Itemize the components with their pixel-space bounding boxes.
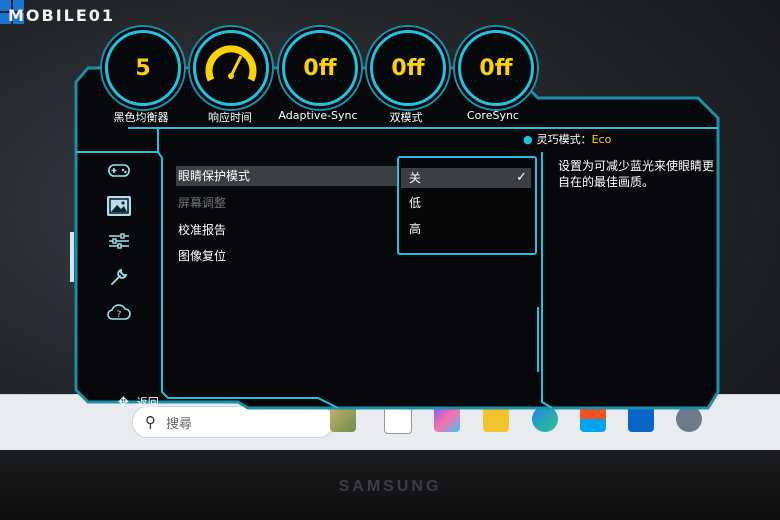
back-button[interactable]: ✥ 返回 [118,394,159,410]
eco-mode-value: Eco [591,133,612,146]
wrench-icon[interactable] [107,267,131,287]
menu-item-picture-reset[interactable]: 图像复位 [178,246,226,266]
picture-icon[interactable] [107,196,131,216]
svg-text:?: ? [117,310,122,320]
sliders-icon[interactable] [107,231,131,251]
setting-description: 设置为可减少蓝光来使眼睛更自在的最佳画质。 [558,159,715,189]
eye-saver-options: 关 ✓ 低 高 [397,156,537,255]
black-equalizer-gauge[interactable]: 5 [105,30,181,106]
gauge-label-coresync: CoreSync [467,109,519,122]
checkmark-icon: ✓ [516,170,527,185]
option-off-label: 关 [409,171,422,185]
watermark-logo: MOBILE01 [8,6,116,25]
eco-mode-label: 灵巧模式： [536,133,592,146]
coresync-gauge[interactable]: 0ff [458,30,534,106]
menu-item-calibration-report[interactable]: 校准报告 [178,220,226,240]
joystick-icon: ✥ [118,394,129,410]
option-low[interactable]: 低 [409,193,529,213]
eco-mode-indicator: ● 灵巧模式：Eco [523,131,611,147]
menu-item-screen-adjust[interactable]: 屏幕调整 [178,193,226,213]
menu-item-eye-saver[interactable]: 眼睛保护模式 [176,166,398,186]
adaptive-sync-gauge[interactable]: 0ff [282,30,358,106]
game-controller-icon[interactable] [107,160,131,180]
search-placeholder: 搜尋 [166,416,193,432]
search-icon: ⚲ [145,413,156,431]
option-high[interactable]: 高 [409,219,529,239]
dual-mode-gauge[interactable]: 0ff [370,30,446,106]
monitor-brand: SAMSUNG [338,478,442,495]
back-label: 返回 [136,396,159,409]
response-time-gauge[interactable] [193,30,269,106]
status-dot-icon: ● [523,133,533,146]
option-off[interactable]: 关 ✓ [401,168,531,188]
cloud-help-icon[interactable]: ? [107,302,131,322]
speedometer-icon [205,45,257,82]
